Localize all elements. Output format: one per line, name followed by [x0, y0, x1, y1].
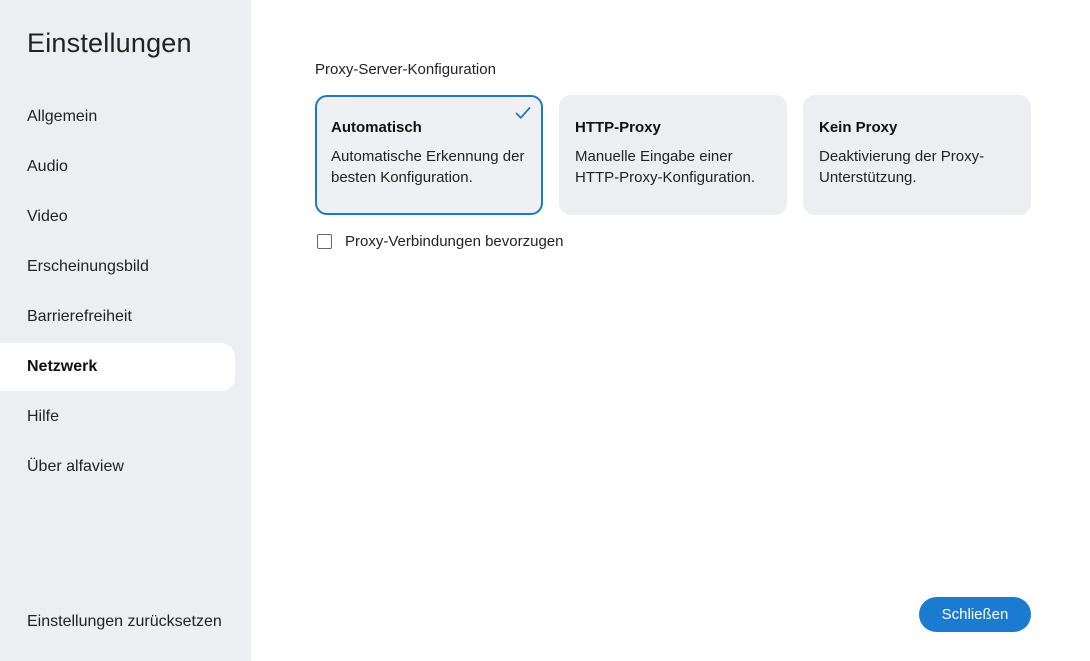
prefer-proxy-row[interactable]: Proxy-Verbindungen bevorzugen: [317, 233, 563, 250]
check-icon: [515, 107, 531, 119]
section-label: Proxy-Server-Konfiguration: [315, 61, 496, 78]
proxy-option-title: Kein Proxy: [819, 119, 898, 136]
proxy-option-title: Automatisch: [331, 119, 422, 136]
sidebar-title: Einstellungen: [27, 28, 192, 58]
close-button[interactable]: Schließen: [919, 597, 1031, 632]
sidebar-item-ueber-alfaview[interactable]: Über alfaview: [0, 443, 235, 491]
proxy-option-title: HTTP-Proxy: [575, 119, 661, 136]
sidebar-item-netzwerk[interactable]: Netzwerk: [0, 343, 235, 391]
sidebar-nav: Allgemein Audio Video Erscheinungsbild B…: [0, 93, 251, 493]
prefer-proxy-checkbox[interactable]: [317, 234, 332, 249]
sidebar-item-erscheinungsbild[interactable]: Erscheinungsbild: [0, 243, 235, 291]
proxy-option-description: Automatische Erkennung der besten Konfig…: [331, 148, 525, 186]
prefer-proxy-label: Proxy-Verbindungen bevorzugen: [345, 233, 564, 250]
proxy-option-kein-proxy[interactable]: Kein Proxy Deaktivierung der Proxy-Unter…: [803, 95, 1031, 215]
reset-settings-link[interactable]: Einstellungen zurücksetzen: [27, 613, 222, 631]
proxy-option-description: Deaktivierung der Proxy-Unterstützung.: [819, 148, 985, 186]
proxy-option-description: Manuelle Eingabe einer HTTP-Proxy-Konfig…: [575, 148, 756, 186]
sidebar-item-audio[interactable]: Audio: [0, 143, 235, 191]
proxy-option-http-proxy[interactable]: HTTP-Proxy Manuelle Eingabe einer HTTP-P…: [559, 95, 787, 215]
sidebar-item-barrierefreiheit[interactable]: Barrierefreiheit: [0, 293, 235, 341]
sidebar-item-video[interactable]: Video: [0, 193, 235, 241]
proxy-options: Automatisch Automatische Erkennung der b…: [315, 95, 1031, 215]
main-panel: Proxy-Server-Konfiguration Automatisch A…: [251, 0, 1090, 661]
settings-window: Einstellungen Allgemein Audio Video Ersc…: [0, 0, 1090, 661]
sidebar-item-hilfe[interactable]: Hilfe: [0, 393, 235, 441]
proxy-option-automatisch[interactable]: Automatisch Automatische Erkennung der b…: [315, 95, 543, 215]
sidebar: Einstellungen Allgemein Audio Video Ersc…: [0, 0, 251, 661]
sidebar-item-allgemein[interactable]: Allgemein: [0, 93, 235, 141]
